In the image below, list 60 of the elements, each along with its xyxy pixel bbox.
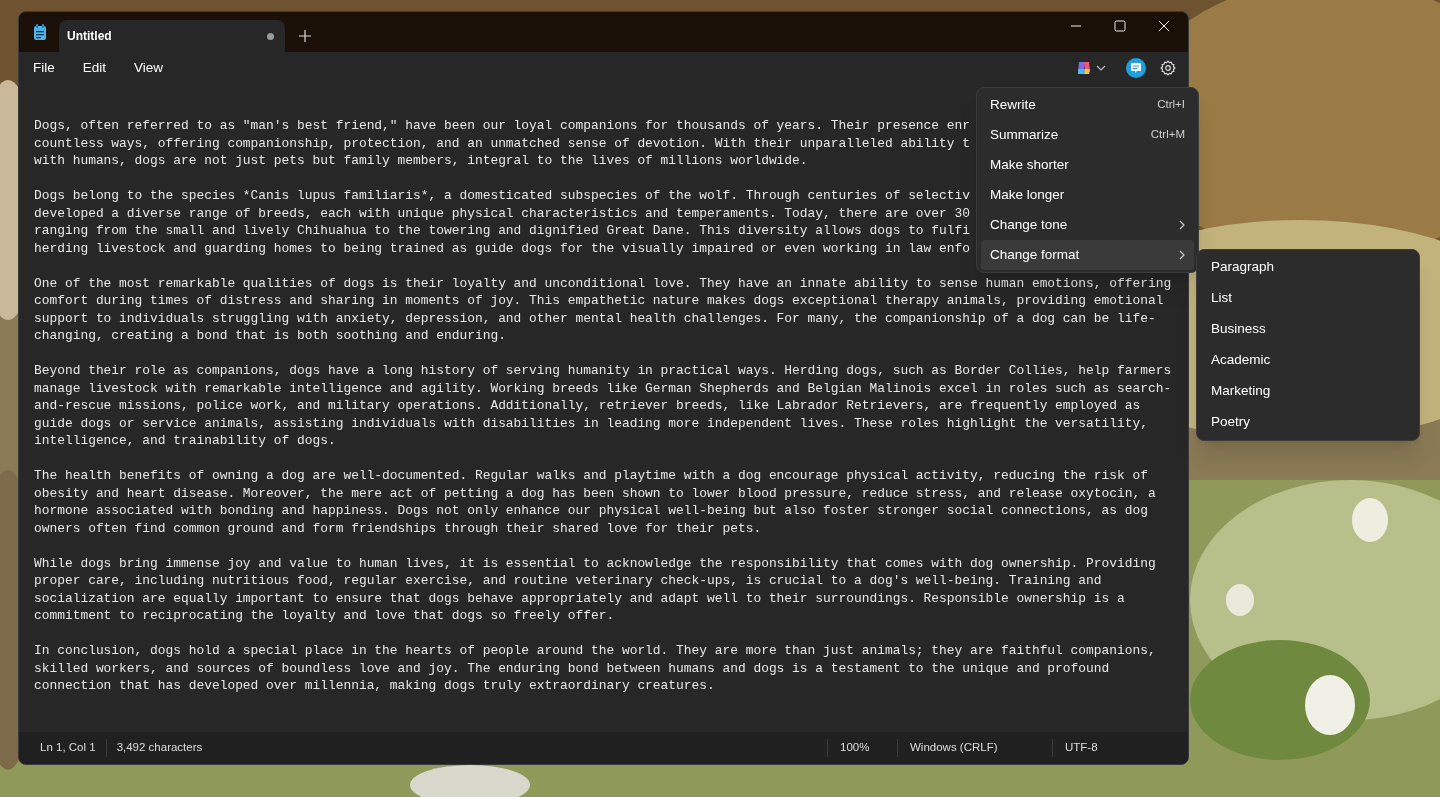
text-line: socialization are equally important to ensure that dogs behave appropriately and adapt well to their surroundings. Responsible ownership is a [34, 589, 1125, 607]
status-text: 3,492 characters [116, 740, 203, 756]
text-line: and-rescue missions, police work, and military operations. Additionally, retriever breeds, like Labrador Retrievers, are frequently employed as [34, 397, 1141, 415]
text-line: connection that has developed over millennia, making dogs truly extraordinary creatures. [34, 677, 715, 695]
maximize-icon[interactable] [1114, 20, 1126, 32]
status-text: Ln 1, Col 1 [40, 740, 96, 756]
text-line: hormone associated with bonding and happiness. Dogs not only enhance our physical well-being but also foster stronger social connections, as dog [34, 502, 1148, 520]
text-line: comfort during times of distress and sharing in moments of joy. This empathetic nature makes dogs exceptional therapy animals, providing emotional [34, 292, 1164, 310]
settings-icon[interactable] [1160, 60, 1176, 76]
text-line: changing, creating a bond that is both soothing and enduring. [34, 327, 506, 345]
menu-item[interactable]: Change format [981, 240, 1194, 270]
text-line: While dogs bring immense joy and value to human lives, it is essential to acknowledge the responsibility that comes with dog ownership. Providing [34, 554, 1156, 572]
chevron-right-icon [1179, 220, 1185, 230]
menu-item[interactable]: Rewrite Ctrl+I [981, 90, 1194, 120]
text-line: owners often find common ground and form friendships through their shared love for their pets. [34, 519, 762, 537]
text-line: One of the most remarkable qualities of dogs is their loyalty and unconditional love. They have an innate ability to sense human emotions, offering [34, 274, 1172, 292]
text-line: Dogs belong to the species *Canis lupus familiaris*, a domesticated subspecies of the wolf. Through centuries of selectiv [34, 187, 970, 205]
text-line: The health benefits of owning a dog are well-documented. Regular walks and playtime with a dog encourage physical activity, reducing the risk of [34, 467, 1148, 485]
menu-item[interactable]: List [1201, 283, 1415, 314]
text-line: proper care, including nutritious food, regular exercise, and routine veterinary check-ups, is crucial to a dog's well-being. Training and [34, 572, 1102, 590]
menu-item[interactable]: Make shorter [981, 150, 1194, 180]
text-line: skilled workers, and sources of boundless love and joy. The enduring bond between humans and dogs is a testament to the unique and profound [34, 659, 1110, 677]
menu-item[interactable]: Summarize Ctrl+M [981, 120, 1194, 150]
menu-item[interactable]: Poetry [1201, 407, 1415, 438]
chat-icon[interactable] [1126, 58, 1146, 78]
shortcut-text: Ctrl+M [1150, 127, 1185, 143]
status-text: UTF-8 [1065, 740, 1098, 756]
text-line: herding livestock and guarding homes to being trained as guide dogs for the visually impaired or even working in law enfo [34, 239, 970, 257]
text-line: with humans, dogs are not just pets but family members, integral to the lives of millions worldwide. [34, 152, 808, 170]
chevron-right-icon [1179, 250, 1185, 260]
menu-bar-item[interactable]: Edit [72, 54, 117, 82]
shortcut-text: Ctrl+I [1157, 97, 1185, 113]
text-line: countless ways, offering companionship, protection, and an unmatched sense of devotion. With their unparalleled ability t [34, 134, 970, 152]
text-line: intelligence, and trainability of dogs. [34, 432, 336, 450]
text-line: commitment to reciprocating the loyalty and love that dogs so freely offer. [34, 607, 615, 625]
menu-item[interactable]: Marketing [1201, 376, 1415, 407]
text-line: manage livestock with remarkable intelligence and agility. Working breeds like German Shepherds and Belgian Malinois excel in roles such as search- [34, 379, 1172, 397]
close-icon[interactable] [1158, 20, 1170, 32]
text-line: In conclusion, dogs hold a special place in the hearts of people around the world. They are more than just animals; they are faithful companions, [34, 642, 1156, 660]
status-text: Windows (CRLF) [910, 740, 998, 756]
status-text: 100% [840, 740, 870, 756]
new-tab-icon[interactable] [299, 30, 311, 42]
text-line: obesity and heart disease. Moreover, the mere act of petting a dog has been shown to lower blood pressure, reduce stress, and release oxytocin, a [34, 484, 1156, 502]
menu-item[interactable]: Make longer [981, 180, 1194, 210]
text-line: support to individuals struggling with anxiety, depression, and other mental health challenges. For many, the companionship of a dog can be life- [34, 309, 1156, 327]
menu-item[interactable]: Academic [1201, 345, 1415, 376]
menu-bar-item[interactable]: File [23, 54, 65, 82]
text-line: developed a diverse range of breeds, each with unique physical characteristics and temperaments. Today, there are over 30 [34, 204, 970, 222]
menu-bar-item[interactable]: View [124, 54, 174, 82]
menu-item[interactable]: Business [1201, 314, 1415, 345]
menu-item[interactable]: Paragraph [1201, 252, 1415, 283]
menu-item[interactable]: Change tone [981, 210, 1194, 240]
notepad-icon [33, 23, 47, 41]
text-line: Beyond their role as companions, dogs have a long history of serving humanity in practical ways. Herding dogs, such as Border Collies, help farmers [34, 362, 1172, 380]
text-line: Dogs, often referred to as "man's best friend," have been our loyal companions for thousands of years. Their presence enr [34, 117, 970, 135]
text-line: ranging from the small and lively Chihuahua to the towering and dignified Great Dane. This diversity allows dogs to fulfi [34, 222, 970, 240]
copilot-icon[interactable] [1076, 60, 1092, 76]
document-tab[interactable]: Untitled [59, 20, 285, 52]
chevron-down-icon[interactable] [1096, 65, 1106, 71]
text-line: guide dogs or service animals, assisting individuals with disabilities in leading more independent lives. These roles highlight the versatility, [34, 414, 1148, 432]
